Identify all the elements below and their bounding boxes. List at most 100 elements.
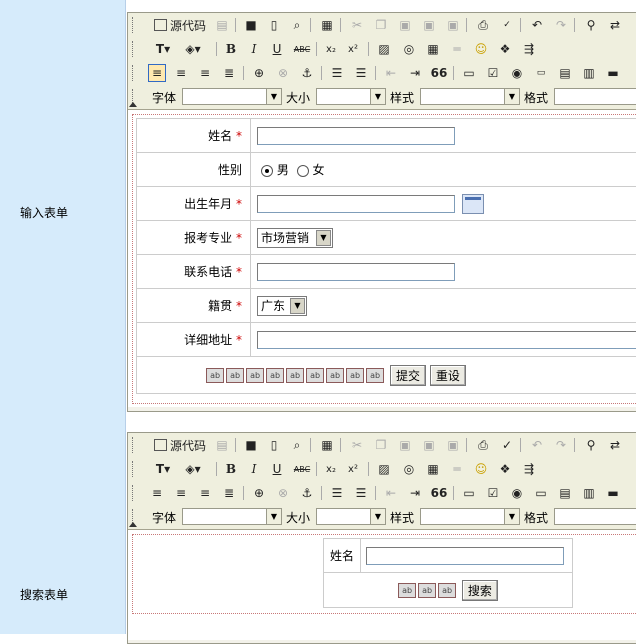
paste-plain-icon[interactable]: ▣ [444,436,462,454]
style-select[interactable]: ▼ [420,88,520,105]
special-char-icon[interactable]: ❖ [496,40,514,58]
table-icon[interactable]: ▦ [424,40,442,58]
subscript-icon[interactable]: x₂ [322,460,340,478]
paste-icon[interactable]: ▣ [396,436,414,454]
gender-male-radio[interactable] [261,165,273,177]
format-select[interactable]: ▼ [554,88,636,105]
text-color-icon[interactable]: T▾ [150,460,176,478]
copy-icon[interactable]: ❐ [372,436,390,454]
toolbar-grip[interactable] [132,17,136,33]
toolbar-grip[interactable] [132,437,136,453]
underline-icon[interactable]: U [268,460,286,478]
unlink-icon[interactable]: ⊗ [274,64,292,82]
paste-icon[interactable]: ▣ [396,16,414,34]
preview-icon[interactable]: ⌕ [288,436,306,454]
preview-icon[interactable]: ⌕ [288,16,306,34]
birth-date-field[interactable] [257,195,455,213]
paste-text-icon[interactable]: ▤ [213,16,231,34]
hidden-field[interactable]: ab [306,368,324,383]
hidden-field[interactable]: ab [398,583,416,598]
checkbox-icon[interactable]: ☑ [484,64,502,82]
style-select[interactable]: ▼ [420,508,520,525]
copy-icon[interactable]: ❐ [372,16,390,34]
undo-icon[interactable]: ↶ [528,436,546,454]
cut-icon[interactable]: ✂ [348,16,366,34]
image-icon[interactable]: ▨ [375,460,393,478]
size-select[interactable]: ▼ [316,508,386,525]
ordered-list-icon[interactable]: ☰ [328,64,346,82]
paste-plain-icon[interactable]: ▣ [444,16,462,34]
page-break-icon[interactable]: ⇶ [520,460,538,478]
paste-word-icon[interactable]: ▣ [420,16,438,34]
gender-female-radio[interactable] [297,165,309,177]
toolbar-grip[interactable] [132,65,136,81]
format-select[interactable]: ▼ [554,508,636,525]
radio-icon[interactable]: ◉ [508,64,526,82]
hidden-field[interactable]: ab [366,368,384,383]
hr-icon[interactable]: ═ [448,40,466,58]
hidden-field[interactable]: ab [418,583,436,598]
collapse-toolbar-icon[interactable] [129,102,137,107]
save-icon[interactable]: ■ [242,436,260,454]
unordered-list-icon[interactable]: ☰ [352,64,370,82]
hometown-select[interactable]: 广东 ▼ [257,296,307,316]
link-icon[interactable]: ⊕ [250,484,268,502]
print-icon[interactable]: ⎙ [474,16,492,34]
hr-icon[interactable]: ═ [448,460,466,478]
anchor-icon[interactable]: ⚓ [298,484,316,502]
align-left-icon[interactable]: ≡ [148,484,166,502]
blockquote-icon[interactable]: 66 [430,484,448,502]
search-name-field[interactable] [366,547,564,565]
hidden-field[interactable]: ab [246,368,264,383]
indent-icon[interactable]: ⇥ [406,484,424,502]
reset-button[interactable]: 重设 [430,365,466,386]
toolbar-grip[interactable] [132,461,136,477]
italic-icon[interactable]: I [245,40,263,58]
hidden-field[interactable]: ab [438,583,456,598]
collapse-toolbar-icon[interactable] [129,522,137,527]
special-char-icon[interactable]: ❖ [496,460,514,478]
textfield-icon[interactable]: ▭ [532,484,550,502]
smiley-icon[interactable]: ☺ [472,460,490,478]
editor-content[interactable]: 姓名 * 性别 男 女 出生年月 [128,110,636,407]
button-icon[interactable]: ▬ [604,64,622,82]
source-button[interactable]: 源代码 [150,16,210,34]
name-field[interactable] [257,127,455,145]
flash-icon[interactable]: ◎ [400,460,418,478]
subscript-icon[interactable]: x₂ [322,40,340,58]
select-icon[interactable]: ▥ [580,64,598,82]
spellcheck-icon[interactable]: ✓ [498,16,516,34]
editor-content[interactable]: 姓名 ababab 搜索 [128,530,636,640]
checkbox-icon[interactable]: ☑ [484,484,502,502]
print-icon[interactable]: ⎙ [474,436,492,454]
text-color-icon[interactable]: T▾ [150,40,176,58]
justify-icon[interactable]: ≣ [220,64,238,82]
address-field[interactable] [257,331,636,349]
textfield-icon[interactable]: ▭ [532,64,550,82]
major-select[interactable]: 市场营销 ▼ [257,228,333,248]
underline-icon[interactable]: U [268,40,286,58]
hidden-field[interactable]: ab [326,368,344,383]
hidden-field[interactable]: ab [206,368,224,383]
superscript-icon[interactable]: x² [344,460,362,478]
align-left-icon[interactable]: ≡ [148,64,166,82]
align-center-icon[interactable]: ≡ [172,484,190,502]
bg-color-icon[interactable]: ◈▾ [180,460,206,478]
bold-icon[interactable]: B [222,460,240,478]
replace-icon[interactable]: ⇄ [606,16,624,34]
find-icon[interactable]: ⚲ [582,16,600,34]
template-icon[interactable]: ▦ [318,16,336,34]
paste-word-icon[interactable]: ▣ [420,436,438,454]
textarea-icon[interactable]: ▤ [556,64,574,82]
cut-icon[interactable]: ✂ [348,436,366,454]
outdent-icon[interactable]: ⇤ [382,484,400,502]
paste-text-icon[interactable]: ▤ [213,436,231,454]
save-icon[interactable]: ■ [242,16,260,34]
ordered-list-icon[interactable]: ☰ [328,484,346,502]
superscript-icon[interactable]: x² [344,40,362,58]
spellcheck-icon[interactable]: ✓ [498,436,516,454]
undo-icon[interactable]: ↶ [528,16,546,34]
italic-icon[interactable]: I [245,460,263,478]
calendar-icon[interactable] [462,194,484,214]
hidden-field[interactable]: ab [286,368,304,383]
